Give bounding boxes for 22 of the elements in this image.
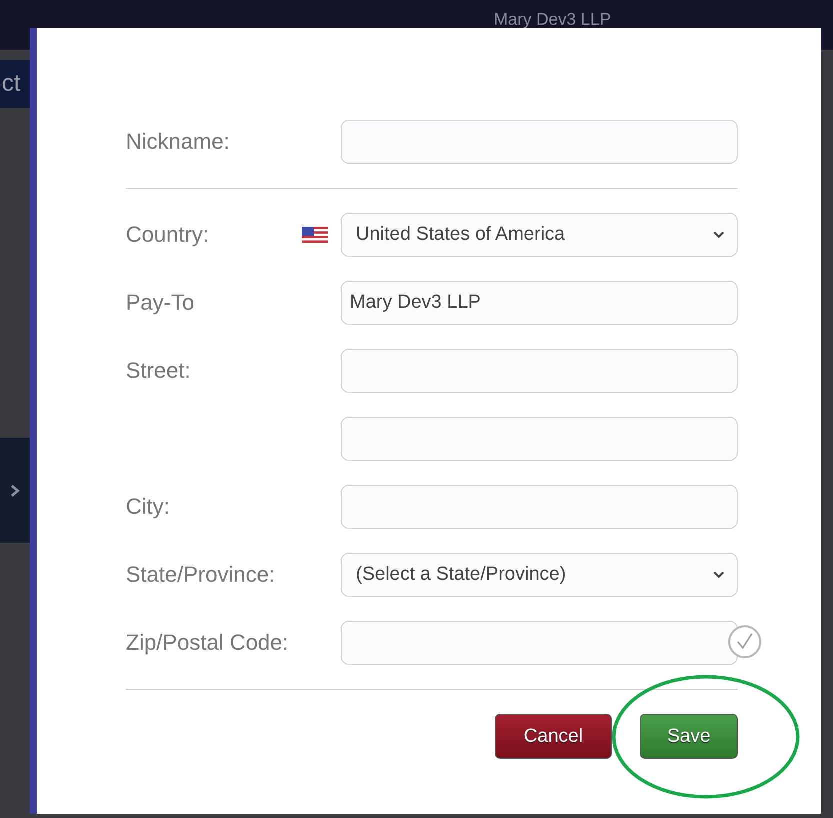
input-field[interactable]	[341, 120, 738, 164]
field-label: Street:	[126, 358, 192, 384]
tab-label: ct	[2, 70, 21, 98]
dropdown[interactable]: United States of America	[341, 213, 738, 257]
input-field[interactable]	[341, 485, 738, 529]
button[interactable]: Save	[640, 714, 738, 759]
chevron-down-icon	[713, 571, 725, 579]
field-label: Zip/Postal Code:	[126, 630, 290, 656]
chevron-down-icon	[713, 231, 725, 239]
field-label: City:	[126, 494, 171, 520]
input-field[interactable]	[341, 417, 738, 461]
input-field[interactable]	[341, 621, 738, 665]
field-label: Country:	[126, 222, 210, 248]
button[interactable]: Cancel	[495, 714, 612, 759]
input-field[interactable]: Mary Dev3 LLP	[341, 281, 738, 325]
chevron-right-icon[interactable]	[10, 484, 20, 498]
dropdown[interactable]: (Select a State/Province)	[341, 553, 738, 597]
field-label: Nickname:	[126, 129, 231, 155]
input-field[interactable]	[341, 349, 738, 393]
field-label: Pay-To	[126, 290, 196, 316]
account-name: Mary Dev3 LLP	[494, 10, 612, 30]
field-label: State/Province:	[126, 562, 276, 588]
